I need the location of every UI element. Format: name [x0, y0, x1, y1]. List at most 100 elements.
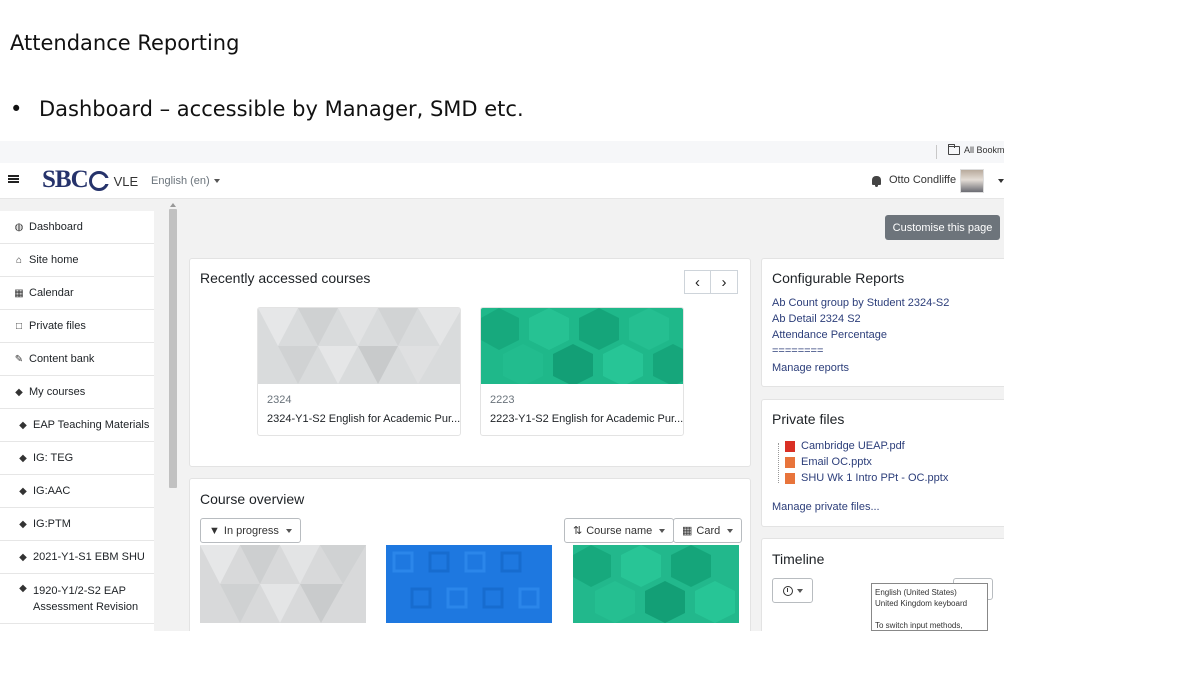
sidebar-item-content-bank[interactable]: ✎ Content bank — [0, 343, 154, 376]
report-link[interactable]: Ab Detail 2324 S2 — [772, 313, 861, 325]
sort-label: Course name — [586, 524, 653, 537]
sidebar-item-2021-y1-s1-ebm-shu[interactable]: ◆ 2021-Y1-S1 EBM SHU — [0, 541, 154, 574]
report-divider: ======== — [772, 345, 824, 357]
carousel-controls: ‹ › — [684, 270, 738, 294]
sidebar-item-label: IG:PTM — [33, 518, 71, 530]
sidebar-item-label: Calendar — [29, 287, 74, 299]
sidebar-item-ig-teg[interactable]: ◆ IG: TEG — [0, 442, 154, 475]
chevron-down-icon — [285, 528, 292, 533]
sidebar-item-eap-teaching-materials[interactable]: ◆ EAP Teaching Materials — [0, 409, 154, 442]
user-menu-name[interactable]: Otto Condliffe — [889, 174, 956, 186]
grid-icon: ▦ — [682, 525, 693, 537]
reports-title: Configurable Reports — [772, 270, 905, 286]
logo-text: SBC — [42, 166, 89, 193]
tooltip-line: To switch input methods, press — [875, 621, 963, 630]
course-card[interactable]: 2324 2324-Y1-S2 English for Academic Pur… — [257, 307, 461, 436]
sidebar-item-label: My courses — [29, 386, 86, 398]
file-name: SHU Wk 1 Intro PPt - OC.pptx — [801, 472, 949, 484]
chevron-down-icon — [213, 179, 220, 184]
course-code: 2223 — [490, 394, 515, 406]
all-bookmarks-button[interactable]: All Bookma — [948, 143, 1004, 155]
scroll-up-icon[interactable] — [170, 203, 176, 207]
sidebar-item-calendar[interactable]: ▦ Calendar — [0, 277, 154, 310]
sidebar-item-ig-ptm[interactable]: ◆ IG:PTM — [0, 508, 154, 541]
graduation-cap-icon: ◆ — [19, 452, 27, 464]
folder-icon — [948, 143, 960, 155]
manage-private-files-link[interactable]: Manage private files... — [772, 501, 880, 513]
file-item[interactable]: Cambridge UEAP.pdf — [785, 440, 905, 452]
menu-toggle-icon[interactable] — [8, 173, 19, 185]
logo-ring-icon — [88, 171, 111, 191]
sort-dropdown[interactable]: ⇅ Course name — [564, 518, 675, 543]
chevron-down-icon — [659, 528, 666, 533]
input-method-tooltip: English (United States) United Kingdom k… — [871, 583, 988, 631]
chevron-down-icon[interactable] — [998, 179, 1004, 183]
filter-label: In progress — [223, 524, 279, 537]
top-navbar: SBC VLE English (en) Otto Condliffe — [0, 163, 1004, 199]
timeline-filter-dropdown[interactable] — [772, 578, 813, 603]
home-icon: ⌂ — [15, 254, 23, 266]
report-link[interactable]: Ab Count group by Student 2324-S2 — [772, 297, 949, 309]
recent-courses-block: Recently accessed courses ‹ › 2324 2324-… — [189, 258, 751, 467]
tooltip-line: English (United States) — [875, 588, 957, 597]
chevron-down-icon — [727, 528, 734, 533]
course-card-image[interactable] — [200, 545, 366, 623]
bookmarks-separator — [936, 145, 937, 159]
recent-courses-title: Recently accessed courses — [200, 270, 371, 286]
course-code: 2324 — [267, 394, 292, 406]
chevron-left-icon[interactable]: ‹ — [684, 270, 711, 294]
sidebar-item-my-courses[interactable]: ◆ My courses — [0, 376, 154, 409]
course-card-image[interactable] — [386, 545, 552, 623]
language-selector[interactable]: English (en) — [151, 175, 220, 187]
avatar[interactable] — [960, 169, 984, 193]
sidebar-item-label: EAP Teaching Materials — [33, 419, 150, 431]
sidebar-item-label: IG: TEG — [33, 452, 74, 464]
course-name[interactable]: 2223-Y1-S2 English for Academic Pur... — [490, 413, 683, 425]
pdf-icon — [785, 440, 795, 452]
file-item[interactable]: SHU Wk 1 Intro PPt - OC.pptx — [785, 472, 948, 484]
report-link[interactable]: Attendance Percentage — [772, 329, 887, 341]
sort-icon: ⇅ — [573, 525, 583, 537]
graduation-cap-icon: ◆ — [19, 518, 27, 530]
course-card[interactable]: 2223 2223-Y1-S2 English for Academic Pur… — [480, 307, 684, 436]
sidebar-item-site-home[interactable]: ⌂ Site home — [0, 244, 154, 277]
slide-bullet: • Dashboard – accessible by Manager, SMD… — [10, 97, 524, 121]
embedded-screenshot: All Bookma SBC VLE English (en) Otto Con… — [0, 141, 1004, 631]
file-item[interactable]: Email OC.pptx — [785, 456, 872, 468]
bookmarks-label: All Bookma — [964, 145, 1004, 155]
site-logo[interactable]: SBC VLE — [42, 166, 138, 194]
course-name[interactable]: 2324-Y1-S2 English for Academic Pur... — [267, 413, 460, 425]
scrollbar[interactable] — [168, 203, 178, 631]
course-card-image[interactable] — [573, 545, 739, 623]
course-image — [258, 308, 460, 384]
calendar-icon: ▦ — [14, 287, 24, 299]
chevron-right-icon[interactable]: › — [711, 270, 738, 294]
view-dropdown[interactable]: ▦ Card — [673, 518, 743, 543]
filter-dropdown[interactable]: ▼ In progress — [200, 518, 301, 543]
customise-page-button[interactable]: Customise this page — [885, 215, 1000, 240]
clock-icon — [782, 585, 793, 596]
bullet-dot: • — [10, 97, 23, 121]
logo-suffix: VLE — [113, 173, 139, 189]
manage-reports-link[interactable]: Manage reports — [772, 362, 849, 374]
sidebar-item-label: 1920-Y1/2-S2 EAP Assessment Revision — [33, 585, 139, 613]
sidebar-item-private-files[interactable]: □ Private files — [0, 310, 154, 343]
sidebar-item-1920-y1-2-s2-eap-assessment-revision[interactable]: ◆ 1920-Y1/2-S2 EAP Assessment Revision — [0, 574, 154, 624]
file-name: Email OC.pptx — [801, 456, 872, 468]
graduation-cap-icon: ◆ — [19, 485, 27, 497]
language-label: English (en) — [151, 175, 210, 187]
chevron-down-icon — [796, 588, 803, 593]
pptx-icon — [785, 472, 795, 484]
scrollbar-thumb[interactable] — [169, 209, 177, 488]
private-files-title: Private files — [772, 411, 845, 427]
course-image — [481, 308, 683, 384]
file-name: Cambridge UEAP.pdf — [801, 440, 905, 452]
file-icon: □ — [15, 320, 23, 332]
sidebar-item-ig-aac[interactable]: ◆ IG:AAC — [0, 475, 154, 508]
pptx-icon — [785, 456, 795, 468]
sidebar-item-label: IG:AAC — [33, 485, 71, 497]
sidebar-item-label: Private files — [29, 320, 86, 332]
sidebar-item-dashboard[interactable]: ◍ Dashboard — [0, 211, 154, 244]
sidebar-nav: ◍ Dashboard ⌂ Site home ▦ Calendar □ Private fi… — [0, 211, 154, 631]
bell-icon[interactable] — [872, 176, 881, 187]
